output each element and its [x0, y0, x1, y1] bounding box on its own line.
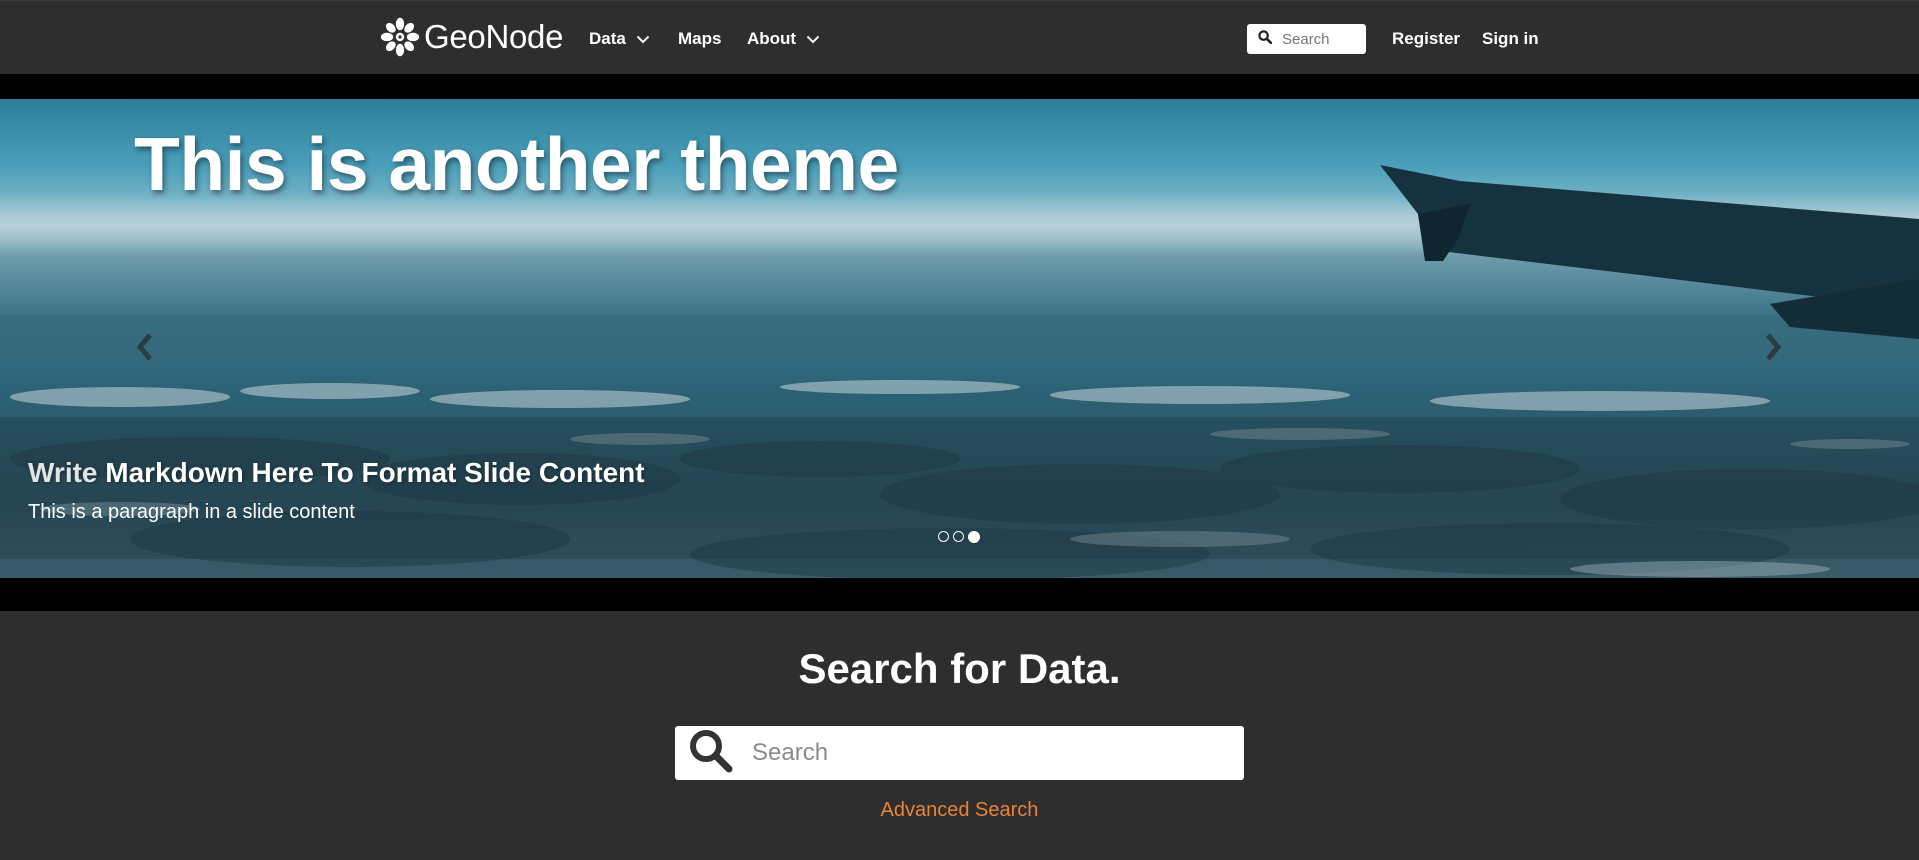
- main-search-input[interactable]: [752, 739, 1232, 767]
- hero-carousel: This is another theme Write Markdown Her…: [0, 99, 1919, 578]
- carousel-indicator-2[interactable]: [953, 531, 964, 542]
- brand-name: GeoNode: [424, 18, 564, 55]
- nav-about-label: About: [747, 29, 797, 48]
- hero-title: This is another theme: [134, 122, 899, 206]
- signin-link[interactable]: Sign in: [1482, 27, 1539, 51]
- nav-data-label: Data: [589, 29, 626, 48]
- caption-title-rest: Markdown Here To Format Slide Content: [97, 457, 645, 488]
- search-heading: Search for Data.: [798, 645, 1121, 692]
- nav-maps-link[interactable]: Maps: [678, 27, 721, 51]
- nav-about-dropdown[interactable]: About: [747, 27, 820, 51]
- register-link[interactable]: Register: [1392, 27, 1460, 51]
- navbar-search-box[interactable]: [1247, 24, 1366, 54]
- nav-data-dropdown[interactable]: Data: [589, 27, 650, 51]
- search-section: Search for Data. Advanced Search: [0, 611, 1919, 860]
- search-icon: [688, 728, 734, 779]
- chevron-down-icon: [806, 29, 820, 49]
- signin-label: Sign in: [1482, 29, 1539, 48]
- register-label: Register: [1392, 29, 1461, 48]
- carousel-indicators: [938, 530, 980, 543]
- carousel-prev-button[interactable]: [130, 327, 160, 367]
- carousel-next-button[interactable]: [1758, 327, 1788, 367]
- advanced-search-link[interactable]: Advanced Search: [0, 799, 1919, 822]
- chevron-right-icon: [1766, 333, 1782, 361]
- top-navbar: GeoNode Data Maps About Register Sign in: [0, 0, 1919, 74]
- carousel-indicator-3[interactable]: [968, 530, 980, 543]
- airplane-wing: [1380, 165, 1919, 339]
- main-search-box[interactable]: [675, 726, 1244, 780]
- nav-maps-label: Maps: [678, 29, 722, 48]
- carousel-indicator-1[interactable]: [938, 531, 949, 542]
- geonode-logo-icon: [380, 17, 420, 57]
- chevron-left-icon: [136, 333, 152, 361]
- chevron-down-icon: [636, 29, 650, 49]
- search-icon: [1258, 29, 1273, 49]
- brand-link[interactable]: GeoNode: [380, 15, 563, 59]
- caption-text: This is a paragraph in a slide content: [28, 501, 355, 523]
- caption-title: Write Markdown Here To Format Slide Cont…: [28, 457, 645, 489]
- navbar-search-input[interactable]: [1282, 30, 1362, 48]
- caption-title-first-word: Write: [28, 457, 98, 488]
